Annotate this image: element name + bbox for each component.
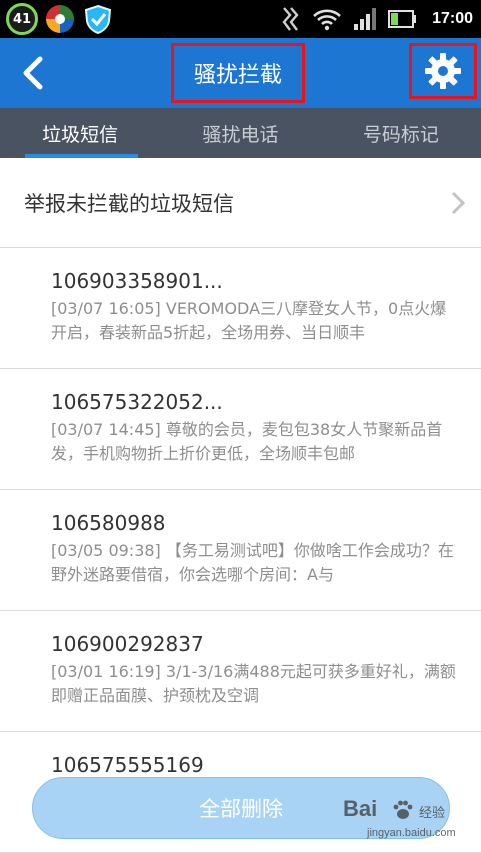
watermark-brand-tail: 经验 (419, 806, 446, 821)
page-title-highlight: 骚扰拦截 (171, 43, 305, 103)
tab-bar: 垃圾短信 骚扰电话 号码标记 (0, 108, 481, 158)
message-sender: 106900292837 (51, 632, 204, 656)
notification-icon (282, 7, 299, 31)
report-label: 举报未拦截的垃圾短信 (24, 191, 234, 216)
list-item[interactable]: 106903358901... [03/07 16:05] VEROMODA三八… (0, 248, 481, 369)
list-item[interactable]: 106580988 [03/05 09:38] 【务工易测试吧】你做啥工作会成功… (0, 490, 481, 611)
message-sender: 106903358901... (51, 269, 223, 293)
settings-button[interactable] (409, 43, 477, 99)
paw-icon (393, 800, 413, 819)
watermark-url: jingyan.baidu.com (367, 827, 456, 839)
baidu-jingyan-watermark: Bai 经验 jingyan.baidu.com (343, 796, 473, 850)
watermark-brand: Bai (343, 796, 378, 821)
tab-harassing-calls[interactable]: 骚扰电话 (160, 108, 320, 158)
page-title: 骚扰拦截 (193, 63, 282, 88)
report-unblocked-spam-row[interactable]: 举报未拦截的垃圾短信 (0, 158, 481, 248)
message-sender: 106575322052... (51, 390, 223, 414)
shield-icon (84, 4, 112, 35)
message-sender: 106580988 (51, 511, 166, 535)
app-colorful-icon (46, 5, 74, 33)
list-item[interactable]: 106900292837 [03/01 16:19] 3/1-3/16满488元… (0, 611, 481, 732)
signal-icon (354, 8, 377, 30)
chevron-right-icon (451, 191, 466, 215)
tab-spam-sms[interactable]: 垃圾短信 (0, 108, 160, 158)
status-bar: 41 17:00 (0, 0, 481, 38)
wifi-icon (313, 9, 341, 31)
tab-number-tags[interactable]: 号码标记 (321, 108, 481, 158)
message-preview: [03/01 16:19] 3/1-3/16满488元起可获多重好礼，满额即赠正… (51, 662, 456, 705)
message-preview: [03/07 16:05] VEROMODA三八摩登女人节，0点火爆开启，春装新… (51, 299, 447, 342)
list-item[interactable]: 106575322052... [03/07 14:45] 尊敬的会员，麦包包3… (0, 369, 481, 490)
spam-message-list: 106903358901... [03/07 16:05] VEROMODA三八… (0, 248, 481, 853)
back-arrow-icon[interactable] (14, 53, 54, 93)
title-bar: 骚扰拦截 (0, 38, 481, 108)
gear-icon[interactable] (424, 52, 462, 90)
android-badge-icon: 41 (6, 3, 38, 35)
battery-icon (388, 10, 417, 28)
message-preview: [03/07 14:45] 尊敬的会员，麦包包38女人节聚新品首发，手机购物折上… (51, 420, 443, 463)
message-sender: 106575555169 (51, 753, 204, 777)
message-preview: [03/05 09:38] 【务工易测试吧】你做啥工作会成功？在野外迷路要借宿，… (51, 541, 454, 584)
badge-text: 41 (12, 11, 32, 27)
status-time: 17:00 (432, 10, 473, 27)
